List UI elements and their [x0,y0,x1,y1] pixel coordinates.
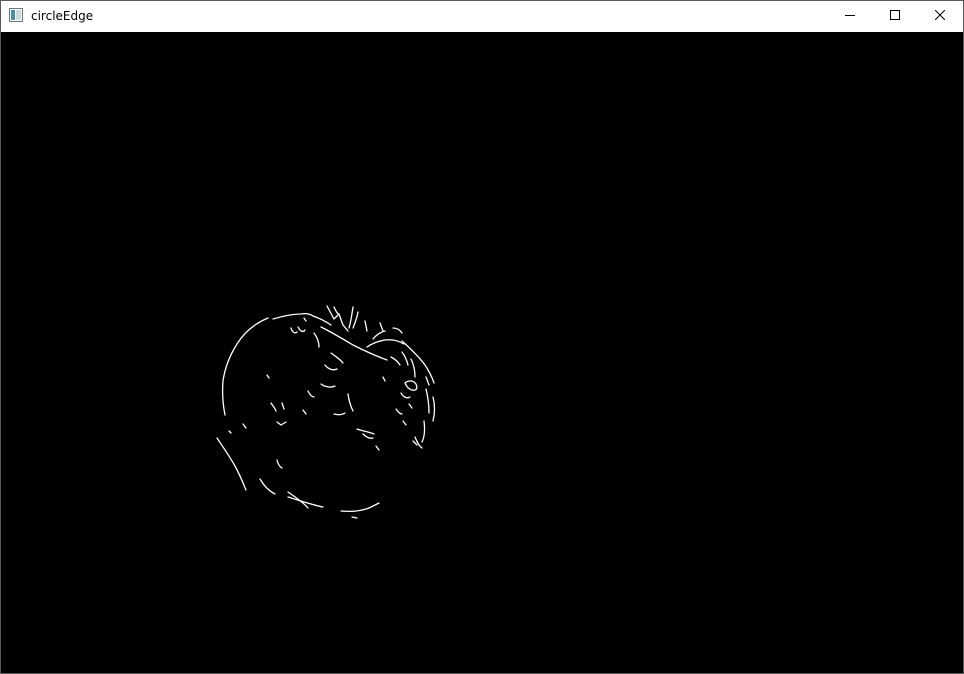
maximize-button[interactable] [872,1,918,31]
edge-contour [266,374,270,379]
edge-contour [351,516,358,519]
edge-map [216,305,436,519]
edge-contour [404,380,418,391]
edge-contour [259,478,276,495]
edge-contour [216,437,247,491]
edge-contour [408,403,413,409]
close-button[interactable] [917,1,963,31]
edge-contour [402,420,407,426]
edge-contour [242,423,247,429]
edge-contour [313,332,320,348]
edge-contour [395,408,403,415]
maximize-icon [890,9,900,23]
edge-contour [326,305,349,332]
edge-contour [425,376,430,386]
minimize-icon [845,9,855,23]
edge-contour [221,317,269,416]
edge-contour [421,420,426,443]
edge-contour [362,433,374,439]
edge-contour [302,409,307,415]
edge-contour [333,306,340,315]
edge-contour [340,502,380,513]
edge-contour [347,393,354,412]
edge-contour [390,356,401,366]
edge-contour [320,326,388,361]
edge-contour [281,402,285,410]
edge-contour [375,445,380,451]
edge-contour [366,339,405,348]
image-canvas [1,32,963,673]
edge-contour [303,317,307,322]
edge-contour [401,351,409,366]
edge-contour [333,412,346,416]
edge-contour [352,311,359,329]
edge-contour [330,352,344,364]
app-window: circleEdge [0,0,964,674]
edge-contour [297,326,306,333]
title-bar[interactable]: circleEdge [1,1,963,31]
edge-contour [348,306,354,329]
edge-contour [364,320,368,332]
edge-contour [410,358,416,378]
edge-contour [228,430,232,434]
edge-contour [320,383,336,388]
edge-contour [272,312,314,320]
edge-contour [276,459,283,469]
edge-contour [400,392,411,399]
edge-contour [307,390,315,398]
minimize-button[interactable] [827,1,873,31]
close-icon [934,9,946,23]
edge-contour [392,327,403,334]
window-title: circleEdge [31,9,94,23]
edge-contour [372,330,386,340]
edge-contour [432,396,436,422]
edge-contour [276,421,287,426]
edge-contour [414,436,423,449]
app-window-icon [9,8,23,22]
edge-contour [270,402,277,412]
edge-contour [324,364,338,371]
edge-contour [382,376,386,382]
edge-contour [312,315,332,326]
edge-contour [290,327,298,334]
edge-contour [379,322,384,332]
edge-contour [425,388,430,414]
edge-contour [356,428,375,435]
